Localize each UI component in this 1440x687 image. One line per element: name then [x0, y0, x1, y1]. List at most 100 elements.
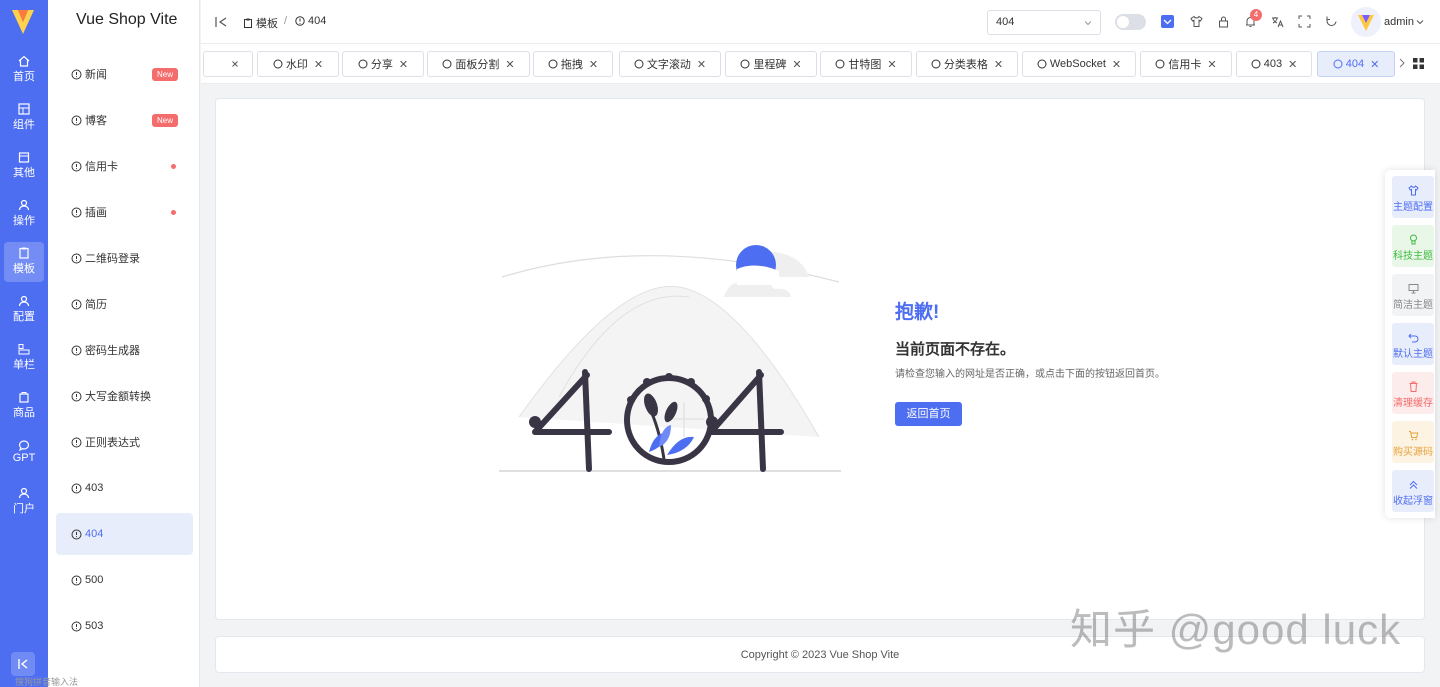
- float-item-2[interactable]: 简洁主题: [1392, 274, 1434, 316]
- rail-item-label: 首页: [13, 71, 35, 83]
- float-item-label: 清理缓存: [1393, 398, 1433, 409]
- rail-item-label: 模板: [13, 263, 35, 275]
- tab-4[interactable]: 文字滚动 ✕: [619, 51, 721, 77]
- tab-6[interactable]: 甘特图 ✕: [820, 51, 912, 77]
- rail-item-5[interactable]: 配置: [4, 290, 44, 330]
- submenu-item-4[interactable]: 二维码登录: [56, 237, 193, 279]
- lock-icon[interactable]: [1217, 15, 1230, 28]
- collapse-sidebar-button[interactable]: [11, 652, 35, 676]
- error-title: 抱歉!: [895, 302, 940, 323]
- rail-item-6[interactable]: 单栏: [4, 338, 44, 378]
- submenu-item-9[interactable]: 403: [56, 467, 193, 509]
- rail-item-2[interactable]: 其他: [4, 146, 44, 186]
- float-item-6[interactable]: 收起浮窗: [1392, 470, 1434, 512]
- submenu-item-6[interactable]: 密码生成器: [56, 329, 193, 371]
- close-icon[interactable]: ✕: [314, 58, 323, 71]
- menu-item-icon: [71, 253, 82, 263]
- tab-icon: [1251, 59, 1261, 69]
- translate-icon[interactable]: [1271, 15, 1284, 28]
- rail-item-4[interactable]: 模板: [4, 242, 44, 282]
- submenu-item-7[interactable]: 大写金额转换: [56, 375, 193, 417]
- rail-item-7[interactable]: 商品: [4, 386, 44, 426]
- float-item-5[interactable]: 购买源码: [1392, 421, 1434, 463]
- chevron-right-icon[interactable]: [1398, 58, 1406, 68]
- back-home-button[interactable]: 返回首页: [895, 402, 962, 426]
- rail-item-9[interactable]: 门户: [4, 482, 44, 522]
- tab-5[interactable]: 里程碑 ✕: [725, 51, 817, 77]
- close-icon[interactable]: ✕: [1370, 58, 1379, 71]
- close-icon[interactable]: ✕: [505, 58, 514, 71]
- tab-3[interactable]: 拖拽 ✕: [533, 51, 613, 77]
- float-item-3[interactable]: 默认主题: [1392, 323, 1434, 365]
- rail-item-1[interactable]: 组件: [4, 98, 44, 138]
- tab-8[interactable]: WebSocket ✕: [1022, 51, 1136, 77]
- tab-11[interactable]: 404 ✕: [1317, 51, 1395, 77]
- tab-9[interactable]: 信用卡 ✕: [1140, 51, 1232, 77]
- tab-1[interactable]: 分享 ✕: [342, 51, 424, 77]
- menu-item-icon: [71, 115, 82, 125]
- close-icon[interactable]: ✕: [1112, 58, 1121, 71]
- submenu-item-11[interactable]: 500: [56, 559, 193, 601]
- float-item-1[interactable]: 科技主题: [1392, 225, 1434, 267]
- submenu-item-12[interactable]: 503: [56, 605, 193, 647]
- collapse-icon: [18, 659, 28, 669]
- chevron-down-icon[interactable]: [1416, 18, 1424, 26]
- submenu-item-5[interactable]: 简历: [56, 283, 193, 325]
- tab-label: 分享: [370, 59, 393, 71]
- float-item-label: 购买源码: [1393, 447, 1433, 458]
- theme-color-picker-icon[interactable]: [1161, 15, 1174, 28]
- tab-10[interactable]: 403 ✕: [1236, 51, 1312, 77]
- float-item-4[interactable]: 清理缓存: [1392, 372, 1434, 414]
- submenu-item-8[interactable]: 正则表达式: [56, 421, 193, 463]
- tab-7[interactable]: 分类表格 ✕: [916, 51, 1018, 77]
- menu-search-select[interactable]: 404: [987, 10, 1101, 35]
- refresh-icon[interactable]: [1325, 15, 1338, 28]
- tab-0[interactable]: 水印 ✕: [257, 51, 339, 77]
- close-icon[interactable]: ✕: [792, 58, 801, 71]
- menu-item-icon: [71, 529, 82, 539]
- tab-icon: [835, 59, 845, 69]
- new-badge: New: [151, 114, 178, 127]
- grid-menu-icon[interactable]: [1412, 57, 1425, 70]
- breadcrumb-item-template[interactable]: 模板: [243, 15, 278, 31]
- tab-icon: [273, 59, 283, 69]
- dark-mode-toggle[interactable]: [1115, 14, 1146, 30]
- float-item-0[interactable]: 主题配置: [1392, 176, 1434, 218]
- goods-icon: [19, 392, 29, 403]
- submenu-item-label: 404: [85, 528, 104, 540]
- menu-item-icon: [71, 621, 82, 631]
- submenu-item-10[interactable]: 404: [56, 513, 193, 555]
- rail-item-0[interactable]: 首页: [4, 50, 44, 90]
- 404-illustration: [499, 245, 841, 472]
- fullscreen-icon[interactable]: [1298, 15, 1311, 28]
- close-icon[interactable]: ✕: [887, 58, 896, 71]
- float-item-label: 主题配置: [1393, 202, 1433, 213]
- error-hint: 请检查您输入的网址是否正确，或点击下面的按钮返回首页。: [895, 369, 1165, 380]
- status-dot: [171, 210, 176, 215]
- close-icon[interactable]: [231, 60, 239, 68]
- close-icon[interactable]: ✕: [1207, 58, 1216, 71]
- rail-item-3[interactable]: 操作: [4, 194, 44, 234]
- home-icon: [18, 55, 30, 67]
- rail-item-8[interactable]: GPT: [4, 434, 44, 474]
- fold-menu-icon[interactable]: [215, 16, 227, 28]
- tab-icon: [1155, 59, 1165, 69]
- status-dot: [171, 164, 176, 169]
- avatar[interactable]: [1351, 7, 1381, 37]
- submenu-item-3[interactable]: 插画: [56, 191, 193, 233]
- close-icon[interactable]: ✕: [1288, 58, 1297, 71]
- close-icon[interactable]: ✕: [994, 58, 1003, 71]
- clipboard-icon: [244, 18, 252, 28]
- submenu-item-2[interactable]: 信用卡: [56, 145, 193, 187]
- username[interactable]: admin: [1384, 16, 1414, 28]
- close-icon[interactable]: ✕: [697, 58, 706, 71]
- toggle-knob: [1117, 16, 1129, 28]
- close-icon[interactable]: ✕: [589, 58, 598, 71]
- tab-partial[interactable]: [203, 51, 253, 77]
- submenu-item-label: 403: [85, 482, 104, 494]
- submenu-item-0[interactable]: 新闻 New: [56, 53, 193, 95]
- submenu-item-1[interactable]: 博客 New: [56, 99, 193, 141]
- tab-2[interactable]: 面板分割 ✕: [427, 51, 530, 77]
- shirt-icon[interactable]: [1190, 15, 1203, 28]
- close-icon[interactable]: ✕: [399, 58, 408, 71]
